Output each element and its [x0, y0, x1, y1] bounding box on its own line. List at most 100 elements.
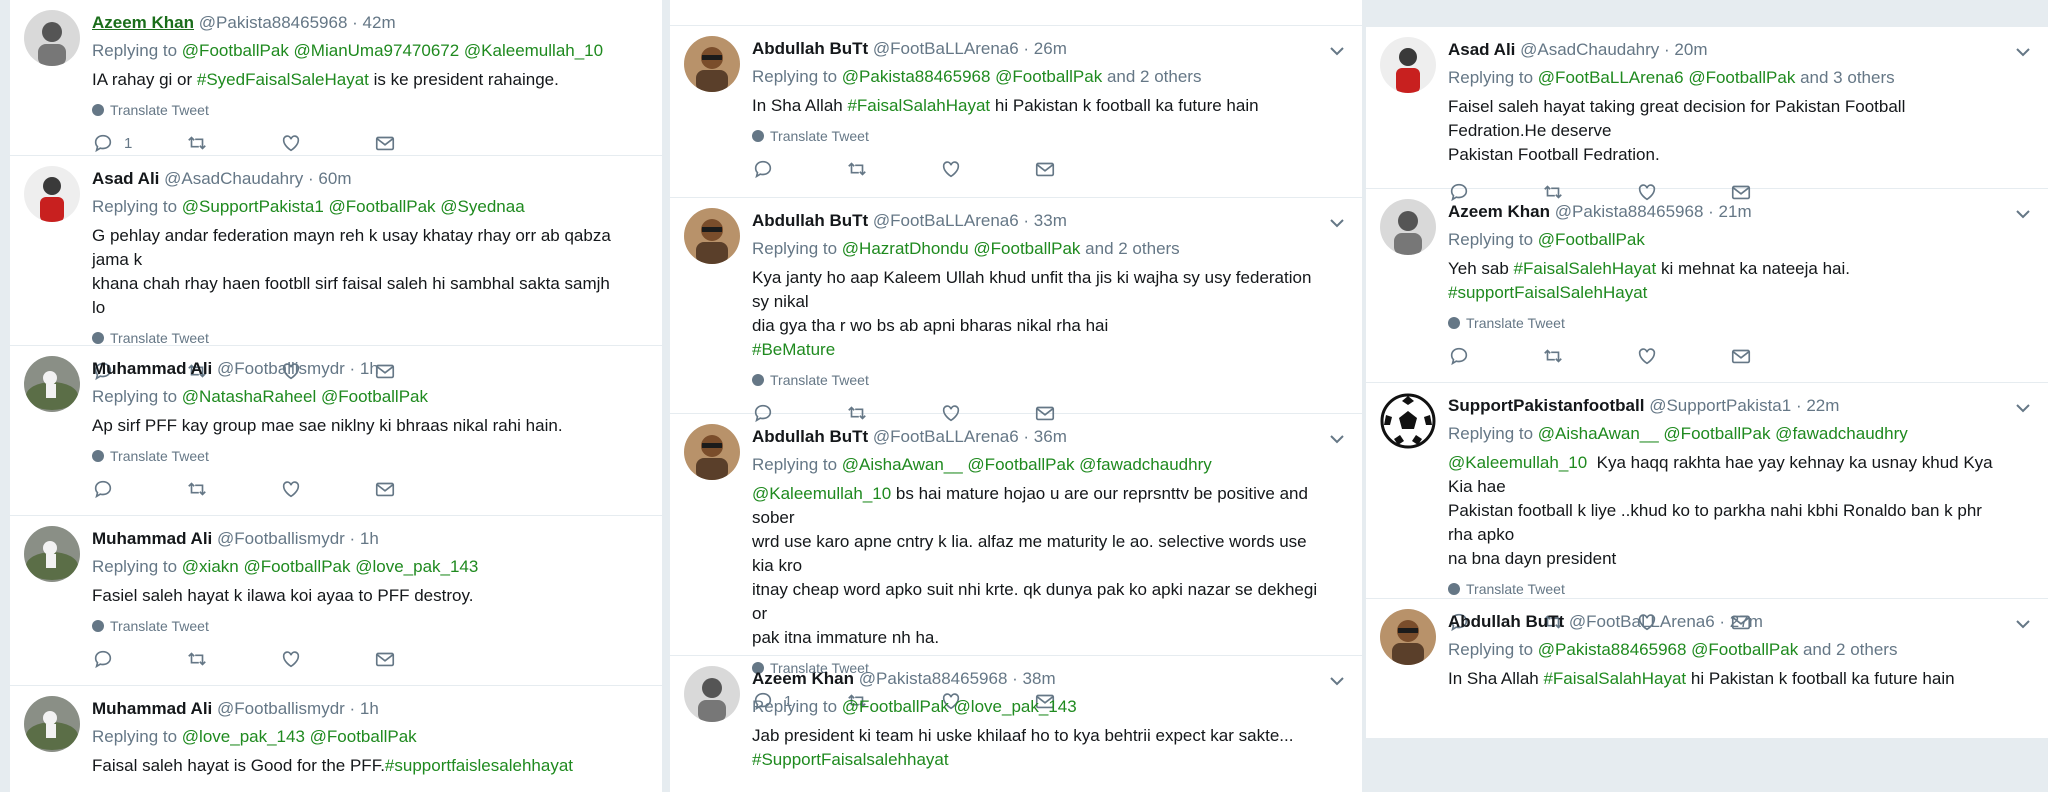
timestamp[interactable]: · 42m: [352, 13, 395, 32]
chevron-down-icon[interactable]: [1328, 672, 1346, 690]
avatar[interactable]: [24, 166, 80, 222]
tweet[interactable]: Muhammad Ali @Footballismydr · 1h Replyi…: [10, 516, 662, 686]
display-name[interactable]: Azeem Khan: [1448, 202, 1550, 221]
display-name[interactable]: Abdullah BuTt: [1448, 612, 1564, 631]
tweet[interactable]: Abdullah BuTt @FootBaLLArena6 · 27m Repl…: [1366, 599, 2048, 719]
reply-mentions[interactable]: @love_pak_143 @FootballPak: [182, 727, 417, 746]
tweet[interactable]: SupportPakistanfootball @SupportPakista1…: [1366, 383, 2048, 632]
display-name[interactable]: Azeem Khan: [752, 669, 854, 688]
reply-button[interactable]: [92, 478, 186, 500]
display-name[interactable]: Asad Ali: [92, 169, 159, 188]
retweet-button[interactable]: [846, 158, 940, 180]
hashtag-link[interactable]: #FaisalSalehHayat: [1514, 259, 1657, 278]
display-name[interactable]: Asad Ali: [1448, 40, 1515, 59]
direct-message-button[interactable]: [1730, 345, 1824, 367]
reply-mentions[interactable]: @SupportPakista1 @FootballPak @Syednaa: [182, 197, 525, 216]
reply-button[interactable]: [1448, 345, 1542, 367]
reply-mentions[interactable]: @Pakista88465968 @FootballPak: [1538, 640, 1798, 659]
hashtag-link[interactable]: #SupportFaisalsalehhayat: [752, 750, 949, 769]
retweet-button[interactable]: [186, 478, 280, 500]
like-button[interactable]: [280, 132, 374, 154]
reply-mentions[interactable]: @FootballPak @love_pak_143: [842, 697, 1077, 716]
chevron-down-icon[interactable]: [2014, 615, 2032, 633]
hashtag-link[interactable]: #SyedFaisalSaleHayat: [197, 70, 369, 89]
display-name[interactable]: Azeem Khan: [92, 13, 194, 32]
hashtag-link[interactable]: #FaisalSalahHayat: [847, 96, 990, 115]
user-handle[interactable]: @Pakista88465968: [859, 669, 1008, 688]
tweet[interactable]: Azeem Khan @Pakista88465968 · 42m Replyi…: [10, 0, 662, 156]
reply-mentions[interactable]: @AishaAwan__ @FootballPak @fawadchaudhry: [842, 455, 1212, 474]
timestamp[interactable]: · 21m: [1708, 202, 1751, 221]
user-handle[interactable]: @FootBaLLArena6: [873, 39, 1019, 58]
mention-link[interactable]: @Kaleemullah_10: [1448, 453, 1587, 472]
reply-mentions[interactable]: @HazratDhondu @FootballPak: [842, 239, 1081, 258]
translate-tweet-link[interactable]: Translate Tweet: [752, 372, 1322, 388]
avatar[interactable]: [684, 208, 740, 264]
timestamp[interactable]: · 20m: [1664, 40, 1707, 59]
hashtag-link[interactable]: #supportfaislesalehhayat: [385, 756, 573, 775]
chevron-down-icon[interactable]: [1328, 42, 1346, 60]
like-button[interactable]: [280, 478, 374, 500]
tweet[interactable]: Abdullah BuTt @FootBaLLArena6 · 33m Repl…: [670, 198, 1362, 423]
avatar[interactable]: [24, 10, 80, 66]
display-name[interactable]: Abdullah BuTt: [752, 39, 868, 58]
reply-mentions[interactable]: @NatashaRaheel @FootballPak: [182, 387, 428, 406]
direct-message-button[interactable]: [374, 648, 468, 670]
display-name[interactable]: Muhammad Ali: [92, 359, 212, 378]
reply-mentions[interactable]: @FootBaLLArena6 @FootballPak: [1538, 68, 1796, 87]
timestamp[interactable]: · 1h: [350, 529, 379, 548]
timestamp[interactable]: · 22m: [1796, 396, 1839, 415]
reply-mentions[interactable]: @AishaAwan__ @FootballPak @fawadchaudhry: [1538, 424, 1908, 443]
tweet[interactable]: Abdullah BuTt @FootBaLLArena6 · 26m Repl…: [670, 26, 1362, 198]
user-handle[interactable]: @FootBaLLArena6: [1569, 612, 1715, 631]
reply-mentions[interactable]: @xiakn @FootballPak @love_pak_143: [182, 557, 479, 576]
reply-button[interactable]: [752, 158, 846, 180]
chevron-down-icon[interactable]: [2014, 43, 2032, 61]
direct-message-button[interactable]: [374, 478, 468, 500]
chevron-down-icon[interactable]: [2014, 399, 2032, 417]
tweet[interactable]: Muhammad Ali @Footballismydr · 1h Replyi…: [10, 686, 662, 792]
translate-tweet-link[interactable]: Translate Tweet: [92, 330, 622, 346]
like-button[interactable]: [940, 158, 1034, 180]
chevron-down-icon[interactable]: [1328, 430, 1346, 448]
avatar[interactable]: [1380, 609, 1436, 665]
timestamp[interactable]: · 36m: [1023, 427, 1066, 446]
user-handle[interactable]: @SupportPakista1: [1649, 396, 1791, 415]
tweet[interactable]: Asad Ali @AsadChaudahry · 20m Replying t…: [1366, 27, 2048, 202]
display-name[interactable]: Abdullah BuTt: [752, 427, 868, 446]
like-button[interactable]: [280, 648, 374, 670]
user-handle[interactable]: @Footballismydr: [217, 359, 345, 378]
user-handle[interactable]: @Footballismydr: [217, 529, 345, 548]
translate-tweet-link[interactable]: Translate Tweet: [1448, 581, 2008, 597]
avatar[interactable]: [24, 696, 80, 752]
mention-link[interactable]: @Kaleemullah_10: [752, 484, 891, 503]
reply-mentions[interactable]: @FootballPak: [1538, 230, 1645, 249]
translate-tweet-link[interactable]: Translate Tweet: [1448, 315, 2008, 331]
tweet[interactable]: Asad Ali @AsadChaudahry · 60m Replying t…: [10, 156, 662, 381]
retweet-button[interactable]: [1542, 345, 1636, 367]
user-handle[interactable]: @FootBaLLArena6: [873, 211, 1019, 230]
avatar[interactable]: [24, 356, 80, 412]
hashtag-link[interactable]: #supportFaisalSalehHayat: [1448, 283, 1647, 302]
tweet[interactable]: Abdullah BuTt @FootBaLLArena6 · 36m Repl…: [670, 414, 1362, 711]
user-handle[interactable]: @Footballismydr: [217, 699, 345, 718]
display-name[interactable]: SupportPakistanfootball: [1448, 396, 1644, 415]
tweet[interactable]: Azeem Khan @Pakista88465968 · 21m Replyi…: [1366, 189, 2048, 383]
reply-button[interactable]: [92, 648, 186, 670]
display-name[interactable]: Muhammad Ali: [92, 699, 212, 718]
translate-tweet-link[interactable]: Translate Tweet: [92, 618, 622, 634]
retweet-button[interactable]: [186, 648, 280, 670]
chevron-down-icon[interactable]: [2014, 205, 2032, 223]
translate-tweet-link[interactable]: Translate Tweet: [92, 102, 622, 118]
user-handle[interactable]: @AsadChaudahry: [1520, 40, 1659, 59]
display-name[interactable]: Muhammad Ali: [92, 529, 212, 548]
tweet[interactable]: Azeem Khan @Pakista88465968 · 38m Replyi…: [670, 656, 1362, 786]
hashtag-link[interactable]: #FaisalSalahHayat: [1543, 669, 1686, 688]
timestamp[interactable]: · 27m: [1719, 612, 1762, 631]
hashtag-link[interactable]: #BeMature: [752, 340, 835, 359]
timestamp[interactable]: · 26m: [1023, 39, 1066, 58]
translate-tweet-link[interactable]: Translate Tweet: [752, 128, 1322, 144]
reply-button[interactable]: 1: [92, 132, 186, 154]
like-button[interactable]: [1636, 345, 1730, 367]
timestamp[interactable]: · 38m: [1012, 669, 1055, 688]
